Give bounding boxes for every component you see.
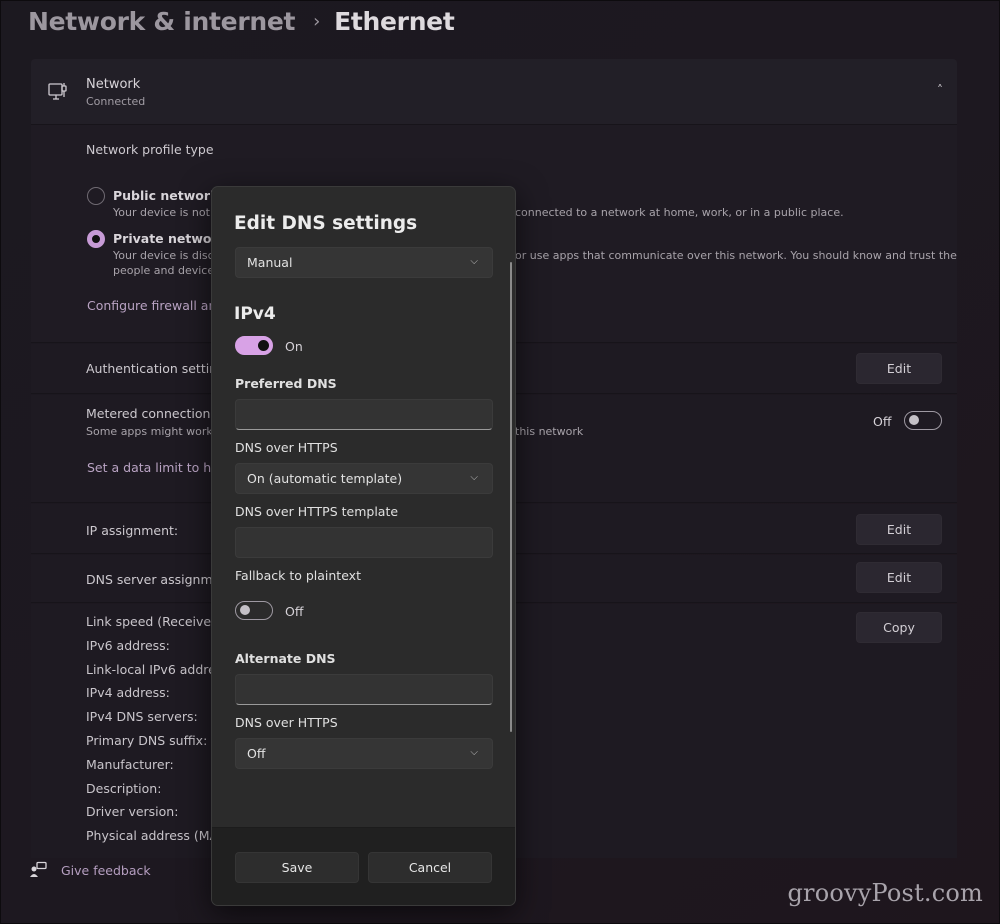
- ip-assignment-edit-button[interactable]: Edit: [856, 514, 942, 545]
- cancel-button[interactable]: Cancel: [368, 852, 492, 883]
- dns-assignment-edit-button[interactable]: Edit: [856, 562, 942, 593]
- copy-properties-button[interactable]: Copy: [856, 612, 942, 643]
- ipv4-toggle[interactable]: [235, 336, 273, 355]
- fallback-plaintext-toggle[interactable]: [235, 601, 273, 620]
- metered-toggle-label: Off: [873, 414, 892, 429]
- set-data-limit-link[interactable]: Set a data limit to hel: [87, 460, 222, 475]
- network-name: Network: [86, 77, 141, 92]
- metered-description-tail: this network: [515, 425, 584, 438]
- property-label: IPv4 DNS servers:: [86, 709, 198, 725]
- private-network-description: Your device is disco: [113, 249, 221, 262]
- page-title: Ethernet: [334, 7, 455, 36]
- dns-mode-value: Manual: [247, 255, 293, 270]
- private-network-description-tail: or use apps that communicate over this n…: [515, 249, 957, 262]
- doh-template-label: DNS over HTTPS template: [235, 504, 399, 519]
- doh-template-input[interactable]: [235, 527, 493, 558]
- chevron-down-icon: ⌵: [470, 472, 478, 483]
- metered-connection-toggle[interactable]: [904, 411, 942, 430]
- public-network-description: Your device is not c: [113, 206, 220, 219]
- authentication-edit-button[interactable]: Edit: [856, 353, 942, 384]
- preferred-doh-value: On (automatic template): [247, 471, 403, 486]
- ethernet-monitor-icon: [48, 83, 67, 100]
- fallback-plaintext-label: Fallback to plaintext: [235, 568, 361, 583]
- dialog-title: Edit DNS settings: [234, 213, 418, 234]
- save-button[interactable]: Save: [235, 852, 359, 883]
- profile-heading: Network profile type: [86, 142, 214, 157]
- ip-assignment-label: IP assignment:: [86, 523, 179, 538]
- preferred-dns-input[interactable]: [235, 399, 493, 430]
- breadcrumb-separator-icon: ›: [313, 11, 321, 32]
- dns-assignment-label: DNS server assignme: [86, 572, 221, 587]
- alternate-dns-label: Alternate DNS: [235, 651, 336, 666]
- radio-private-network[interactable]: [87, 230, 105, 248]
- chevron-down-icon: ⌵: [470, 747, 478, 758]
- dialog-footer: Save Cancel: [212, 827, 515, 905]
- alternate-doh-value: Off: [247, 746, 266, 761]
- network-card-header[interactable]: Network Connected ˄: [31, 59, 957, 125]
- property-label: Link-local IPv6 addres: [86, 661, 223, 677]
- property-label: Manufacturer:: [86, 756, 174, 772]
- metered-label: Metered connection: [86, 406, 211, 421]
- dns-mode-select[interactable]: Manual ⌵: [235, 247, 493, 278]
- private-network-description-line2: people and devices: [113, 264, 220, 277]
- property-label: Driver version:: [86, 804, 179, 820]
- fallback-toggle-label: Off: [285, 604, 304, 619]
- feedback-icon: [30, 861, 47, 877]
- authentication-label: Authentication settin: [86, 361, 218, 376]
- property-label: IPv4 address:: [86, 685, 170, 701]
- breadcrumb: Network & internet › Ethernet: [28, 7, 455, 36]
- watermark: groovyPost.com: [787, 879, 983, 907]
- radio-public-network[interactable]: [87, 187, 105, 205]
- ipv4-heading: IPv4: [234, 304, 276, 324]
- property-label: Description:: [86, 780, 162, 796]
- alternate-doh-label: DNS over HTTPS: [235, 715, 338, 730]
- preferred-doh-label: DNS over HTTPS: [235, 440, 338, 455]
- edit-dns-dialog: Edit DNS settings Manual ⌵ IPv4 On Prefe…: [211, 186, 516, 906]
- give-feedback-label: Give feedback: [61, 862, 151, 878]
- dialog-scrollbar[interactable]: [510, 262, 512, 732]
- properties-list: Link speed (Receive/T IPv6 address: Link…: [86, 614, 223, 852]
- property-label: Primary DNS suffix:: [86, 732, 208, 748]
- alternate-dns-input[interactable]: [235, 674, 493, 705]
- preferred-doh-select[interactable]: On (automatic template) ⌵: [235, 463, 493, 494]
- give-feedback-link[interactable]: Give feedback: [29, 861, 151, 879]
- chevron-down-icon: ⌵: [470, 256, 478, 267]
- preferred-dns-label: Preferred DNS: [235, 376, 337, 391]
- private-network-label[interactable]: Private network: [113, 231, 226, 246]
- chevron-up-icon[interactable]: ˄: [937, 83, 943, 97]
- ipv4-toggle-label: On: [285, 339, 303, 354]
- metered-description: Some apps might work c: [86, 425, 223, 438]
- breadcrumb-parent[interactable]: Network & internet: [28, 7, 295, 36]
- property-label: IPv6 address:: [86, 637, 170, 653]
- configure-firewall-link[interactable]: Configure firewall and: [87, 298, 224, 313]
- public-network-description-tail: connected to a network at home, work, or…: [515, 206, 844, 219]
- property-label: Physical address (MA: [86, 828, 219, 844]
- property-label: Link speed (Receive/T: [86, 614, 223, 629]
- network-status: Connected: [86, 95, 146, 108]
- alternate-doh-select[interactable]: Off ⌵: [235, 738, 493, 769]
